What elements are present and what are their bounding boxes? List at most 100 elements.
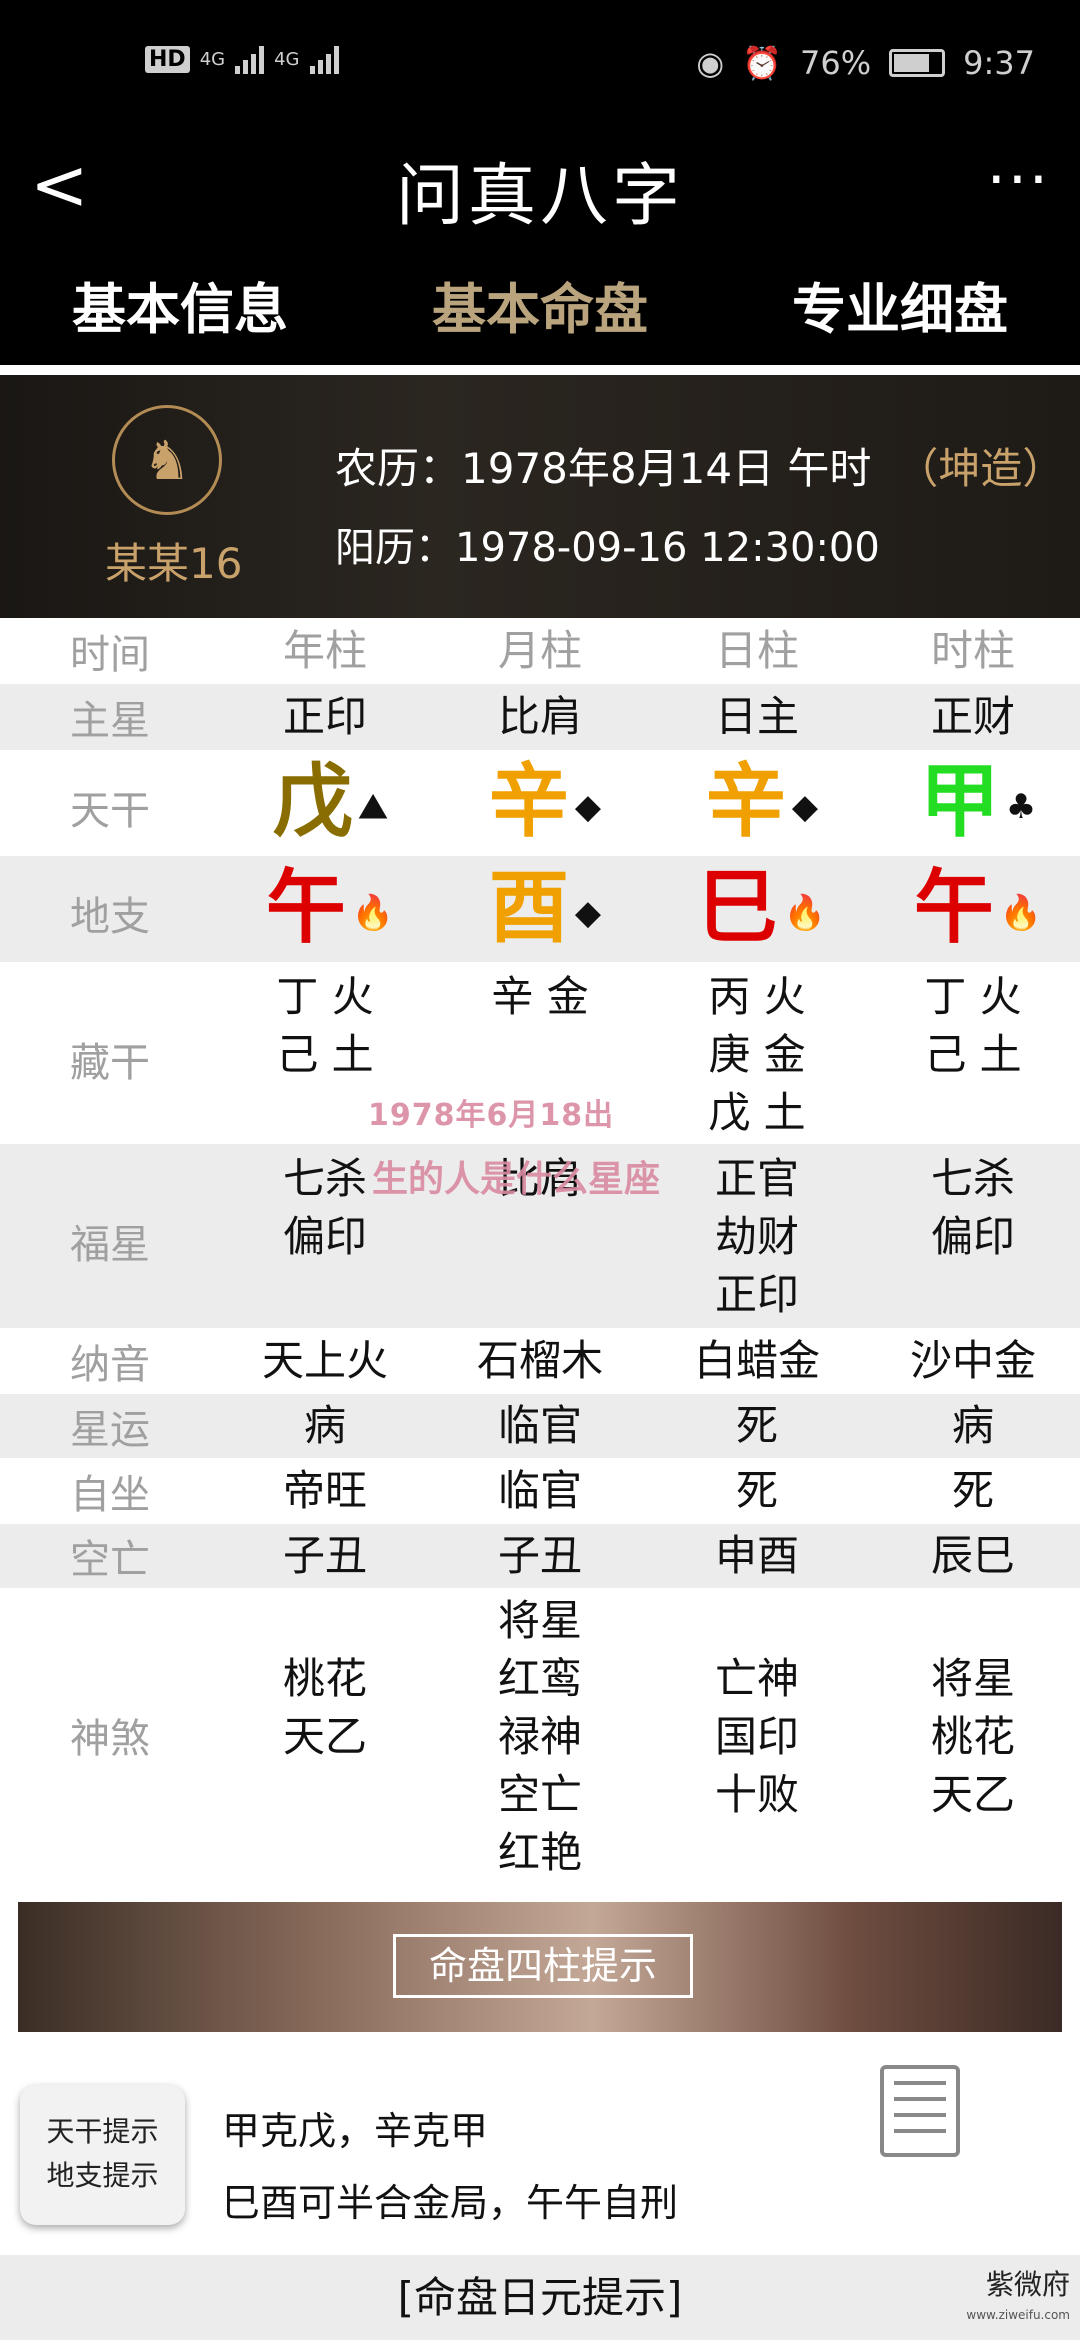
cell-line: 戊 土	[708, 1088, 806, 1137]
stem-char: 辛	[488, 755, 569, 848]
solar-label: 阳历：	[335, 525, 455, 571]
table-row-header: 时间 年柱 月柱 日柱 时柱	[0, 618, 1080, 684]
user-name: 某某16	[105, 539, 243, 588]
logo-text: 紫微府	[985, 2268, 1070, 2301]
cell-line: 己 土	[276, 1030, 374, 1079]
table-row-stems: 天干 戊 ⛰ 辛 ◆ 辛 ◆ 甲 ♣	[0, 750, 1080, 856]
more-button[interactable]: ···	[987, 145, 1050, 215]
cell-line: 空亡	[497, 1770, 582, 1819]
branch-char: 午	[265, 861, 346, 954]
table-cell: 病	[303, 1401, 346, 1450]
table-row-branches: 地支 午 🔥 酉 ◆ 巳 🔥 午 🔥	[0, 856, 1080, 962]
row-label: 天干	[70, 788, 150, 834]
network-label-1: 4G	[199, 48, 226, 70]
cell-line: 庚 金	[708, 1030, 806, 1079]
cell-line: 丁 火	[924, 972, 1022, 1021]
banner-label[interactable]: 命盘四柱提示	[393, 1934, 693, 1998]
stem-month: 辛 ◆	[455, 752, 635, 857]
table-cell: 申酉	[714, 1531, 799, 1580]
cell-line: 禄神	[497, 1712, 582, 1761]
table-cell: 死	[735, 1466, 778, 1515]
hint-toggle-button[interactable]: 天干提示 地支提示	[20, 2085, 185, 2225]
gold-icon: ◆	[574, 893, 602, 934]
cell-line: 亡神	[714, 1654, 799, 1703]
battery-icon	[889, 49, 946, 77]
table-cell: 天上火	[261, 1336, 388, 1385]
table-cell: 子丑	[282, 1531, 367, 1580]
table-cell: 桃花 天乙	[245, 1650, 405, 1766]
fire-icon: 🔥	[783, 893, 827, 934]
fire-icon: 🔥	[351, 893, 395, 934]
fire-icon: 🔥	[999, 893, 1043, 934]
cell-line: 辛 金	[491, 972, 589, 1021]
row-label: 藏干	[70, 1040, 150, 1086]
row-label: 纳音	[70, 1342, 150, 1388]
table-row-zizuo: 自坐 帝旺 临官 死 死	[0, 1458, 1080, 1524]
logo-url: www.ziweifu.com	[966, 2308, 1070, 2322]
stem-hour: 甲 ♣	[888, 752, 1068, 857]
hd-badge: HD	[145, 45, 190, 73]
row-label: 自坐	[70, 1472, 150, 1518]
col-header-day: 日柱	[714, 626, 799, 675]
cell-line: 丁 火	[276, 972, 374, 1021]
gender-tag: （坤造）	[896, 444, 1065, 493]
gold-icon: ◆	[791, 787, 819, 828]
cell-line: 天乙	[282, 1712, 367, 1761]
earth-icon: ⛰	[358, 787, 388, 828]
hint-banner: 命盘四柱提示	[18, 1902, 1062, 2032]
table-cell: 将星 桃花 天乙	[893, 1650, 1053, 1824]
row-label: 福星	[70, 1222, 150, 1268]
row-label: 星运	[70, 1407, 150, 1453]
wood-icon: ♣	[1005, 787, 1037, 828]
status-right: ◉ ⏰ 76% 9:37	[696, 44, 1035, 82]
table-cell: 七杀 偏印	[893, 1150, 1053, 1266]
table-row-main-star: 主星 正印 比肩 日主 正财	[0, 684, 1080, 750]
tab-bar: 基本信息 基本命盘 专业细盘	[0, 265, 1080, 344]
table-cell: 子丑	[497, 1531, 582, 1580]
stem-char: 戊	[272, 755, 353, 848]
table-cell: 死	[735, 1401, 778, 1450]
row-label: 地支	[70, 894, 150, 940]
lunar-label: 农历：	[335, 444, 462, 493]
row-label: 神煞	[70, 1716, 150, 1762]
tab-basic-info[interactable]: 基本信息	[0, 265, 360, 344]
row-label: 时间	[70, 632, 150, 678]
branch-hour: 午 🔥	[888, 858, 1068, 963]
hint-text-2: 巳酉可半合金局，午午自刑	[222, 2181, 679, 2225]
status-bar: HD 4G 4G ◉ ⏰ 76% 9:37	[0, 0, 1080, 135]
table-cell: 病	[951, 1401, 994, 1450]
lunar-date: 1978年8月14日 午时	[461, 444, 872, 493]
table-row-nayin: 纳音 天上火 石榴木 白蜡金 沙中金	[0, 1328, 1080, 1394]
branch-char: 酉	[488, 861, 569, 954]
cell-line: 正官	[714, 1154, 799, 1203]
document-edit-icon[interactable]	[880, 2065, 960, 2157]
col-header-year: 年柱	[282, 626, 367, 675]
avatar[interactable]: ♞	[112, 405, 222, 515]
cell-line: 七杀	[930, 1154, 1015, 1203]
branch-char: 巳	[697, 861, 778, 954]
table-cell: 辰巳	[930, 1531, 1015, 1580]
signal-icon	[235, 44, 265, 74]
battery-percent: 76%	[800, 44, 872, 82]
watermark-line-2: 生的人是什么星座	[372, 1159, 661, 1200]
solar-line: 阳历：1978-09-16 12:30:00	[335, 515, 880, 573]
site-logo: 紫微府 www.ziweifu.com	[966, 2270, 1070, 2330]
table-cell: 沙中金	[909, 1336, 1036, 1385]
stem-char: 辛	[705, 755, 786, 848]
table-cell: 比肩	[497, 692, 582, 741]
table-cell: 将星 红鸾 禄神 空亡 红艳	[460, 1592, 620, 1882]
watermark-line-1: 1978年6月18出	[368, 1098, 615, 1133]
cell-line: 己 土	[924, 1030, 1022, 1079]
tab-pro-chart[interactable]: 专业细盘	[720, 265, 1080, 344]
col-header-month: 月柱	[497, 626, 582, 675]
table-cell: 丁 火己 土	[893, 968, 1053, 1084]
table-cell: 辛 金	[460, 968, 620, 1026]
table-cell: 正官 劫财 正印	[677, 1150, 837, 1324]
cell-line: 偏印	[282, 1212, 367, 1261]
table-cell: 正财	[930, 692, 1015, 741]
branch-hint-label: 地支提示	[46, 2159, 159, 2192]
table-cell: 亡神 国印 十败	[677, 1650, 837, 1824]
solar-date: 1978-09-16 12:30:00	[455, 525, 880, 571]
tab-basic-chart[interactable]: 基本命盘	[360, 265, 720, 344]
cell-line: 丙 火	[708, 972, 806, 1021]
